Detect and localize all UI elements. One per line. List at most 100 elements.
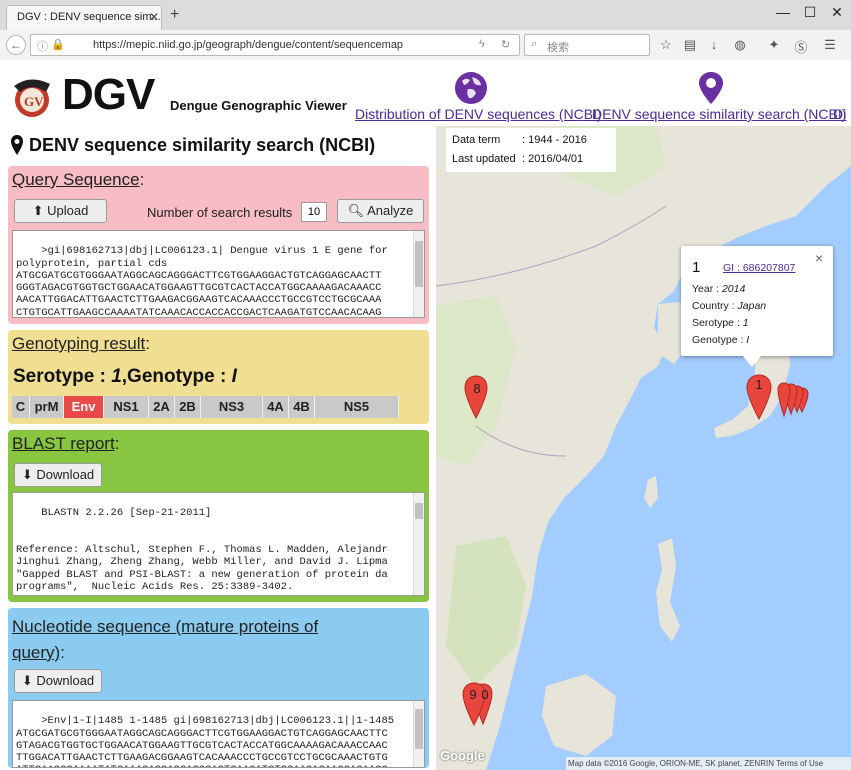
nucleotide-sequence-text: >Env|1-I|1485 1-1485 gi|698162713|dbj|LC… — [16, 715, 395, 767]
skype-icon[interactable]: Ⓢ — [792, 37, 810, 56]
nucleotide-download-label: Download — [36, 673, 95, 688]
info-icon[interactable]: ⓘ — [37, 38, 48, 54]
gene-segment-c[interactable]: C — [12, 396, 30, 418]
upload-button[interactable]: ⬆ Upload — [14, 199, 107, 223]
nucleotide-title-line2[interactable]: query) — [12, 643, 60, 662]
bookmark-star-icon[interactable]: ☆ — [657, 37, 675, 53]
minimize-icon[interactable]: — — [773, 4, 793, 20]
blast-title-row: BLAST report: — [12, 434, 119, 454]
popup-year-value: 2014 — [721, 283, 746, 295]
nav-bar: ← ⓘ 🔒 https://mepic.niid.go.jp/geograph/… — [0, 30, 851, 60]
blast-report-textarea[interactable]: BLASTN 2.2.26 [Sep-21-2011] Reference: A… — [12, 492, 425, 596]
gene-segment-4a[interactable]: 4A — [263, 396, 289, 418]
search-placeholder: 検索 — [547, 42, 569, 54]
logo-subtitle: Dengue Genographic Viewer — [170, 98, 347, 113]
map-canvas[interactable] — [436, 126, 851, 770]
popup-country: Country : Japan — [692, 300, 766, 312]
maximize-icon[interactable]: ☐ — [800, 4, 820, 21]
location-pin-icon — [11, 135, 23, 155]
query-sequence-textarea[interactable]: >gi|698162713|dbj|LC006123.1| Dengue vir… — [12, 230, 425, 318]
svg-text:GV: GV — [24, 94, 44, 109]
dgv-logo-icon[interactable]: GV — [10, 76, 58, 118]
popup-genotype-label: Genotype : — [692, 334, 747, 346]
popup-tail — [742, 355, 762, 367]
data-term-label: Data term — [452, 134, 501, 146]
map-info-box: Data term : 1944 - 2016 Last updated : 2… — [446, 128, 616, 172]
query-sequence-text: >gi|698162713|dbj|LC006123.1| Dengue vir… — [16, 245, 388, 318]
map-attribution[interactable]: Map data ©2016 Google, ORION-ME, SK plan… — [566, 757, 851, 770]
link-distribution[interactable]: Distribution of DENV sequences (NCBI) — [355, 106, 602, 122]
map-pin-icon[interactable] — [698, 71, 724, 105]
addon-globe-icon[interactable]: ◍ — [731, 37, 749, 53]
reading-list-icon[interactable]: ▤ — [681, 37, 699, 53]
gene-segment-2a[interactable]: 2A — [149, 396, 175, 418]
back-arrow-icon[interactable]: ← — [6, 35, 26, 55]
tab-close-icon[interactable]: ✕ — [149, 10, 159, 24]
tab-strip: DGV : DENV sequence sim... ✕ + — ☐ ✕ — [0, 0, 851, 30]
genotyping-title[interactable]: Genotyping result — [12, 334, 145, 353]
num-results-input[interactable]: 10 — [301, 202, 327, 222]
search-icon: ⌕ — [531, 38, 538, 50]
query-title[interactable]: Query Sequence — [12, 170, 140, 189]
gene-segment-ns1[interactable]: NS1 — [104, 396, 149, 418]
nucleotide-title-line1[interactable]: Nucleotide sequence (mature proteins of — [12, 617, 318, 636]
popup-serotype: Serotype : 1 — [692, 317, 749, 329]
bolt-icon[interactable]: ϟ — [479, 38, 485, 50]
search-icon: 🔍︎ — [347, 203, 365, 218]
genotyping-title-suffix: : — [145, 334, 150, 353]
analyze-label: Analyze — [367, 203, 414, 218]
gene-segment-env[interactable]: Env — [64, 396, 104, 418]
genotype-label: ,Genotype : — [121, 366, 232, 387]
gene-segment-prm[interactable]: prM — [30, 396, 64, 418]
analyze-button[interactable]: 🔍︎ Analyze — [337, 199, 424, 223]
map-image[interactable] — [436, 126, 851, 770]
popup-close-icon[interactable]: × — [815, 250, 823, 266]
popup-genotype-value: I — [746, 334, 750, 346]
link-similarity[interactable]: DENV sequence similarity search (NCBI) — [592, 106, 846, 122]
map-marker-cluster-japan[interactable] — [770, 382, 814, 424]
lock-icon: 🔒 — [51, 39, 65, 51]
genotype-value: I — [231, 366, 237, 387]
menu-icon[interactable]: ☰ — [821, 37, 839, 53]
blast-download-label: Download — [36, 467, 95, 482]
blast-scrollbar[interactable] — [413, 493, 424, 595]
link-next-cut[interactable]: Di — [833, 106, 846, 122]
query-scrollbar[interactable] — [413, 231, 424, 317]
query-sequence-panel: Query Sequence: ⬆ Upload Number of searc… — [8, 166, 429, 324]
gene-segment-ns3[interactable]: NS3 — [201, 396, 263, 418]
upload-label: Upload — [47, 203, 89, 218]
upload-icon: ⬆ — [32, 203, 44, 218]
popup-gi-link[interactable]: GI : 686207807 — [723, 262, 795, 274]
nucleotide-title-suffix: : — [60, 643, 65, 662]
nucleotide-download-button[interactable]: ⬇ Download — [14, 669, 102, 693]
search-field[interactable]: ⌕ 検索 — [524, 34, 650, 56]
globe-icon[interactable] — [454, 71, 488, 105]
window-close-icon[interactable]: ✕ — [827, 4, 847, 21]
blast-report-panel: BLAST report: ⬇ Download BLASTN 2.2.26 [… — [8, 430, 429, 602]
marker-label-9: 9 — [469, 687, 477, 702]
download-icon: ⬇ — [21, 673, 33, 688]
new-tab-icon[interactable]: + — [170, 6, 179, 24]
browser-tab[interactable]: DGV : DENV sequence sim... ✕ — [6, 5, 162, 30]
popup-year-label: Year : — [692, 283, 722, 295]
gene-segment-2b[interactable]: 2B — [175, 396, 201, 418]
nucleotide-sequence-textarea[interactable]: >Env|1-I|1485 1-1485 gi|698162713|dbj|LC… — [12, 700, 425, 768]
blast-title[interactable]: BLAST report — [12, 434, 115, 453]
nucleotide-scrollbar[interactable] — [413, 701, 424, 767]
download-icon: ⬇ — [21, 467, 33, 482]
download-icon[interactable]: ↓ — [705, 37, 723, 52]
logo-text[interactable]: DGV — [62, 70, 155, 120]
gene-segment-ns5[interactable]: NS5 — [315, 396, 399, 418]
popup-genotype: Genotype : I — [692, 334, 749, 346]
popup-number: 1 — [692, 259, 701, 276]
serotype-label: Serotype : — [13, 366, 112, 387]
gene-segment-4b[interactable]: 4B — [289, 396, 315, 418]
blast-download-button[interactable]: ⬇ Download — [14, 463, 102, 487]
popup-year: Year : 2014 — [692, 283, 745, 295]
reload-icon[interactable]: ↻ — [501, 38, 510, 51]
url-bar[interactable]: ⓘ 🔒 https://mepic.niid.go.jp/geograph/de… — [30, 34, 520, 56]
blast-report-text: BLASTN 2.2.26 [Sep-21-2011] Reference: A… — [16, 507, 388, 594]
browser-chrome: DGV : DENV sequence sim... ✕ + — ☐ ✕ ← ⓘ… — [0, 0, 851, 60]
genotyping-title-row: Genotyping result: — [12, 334, 150, 354]
addon-icon[interactable]: ✦ — [765, 37, 783, 53]
